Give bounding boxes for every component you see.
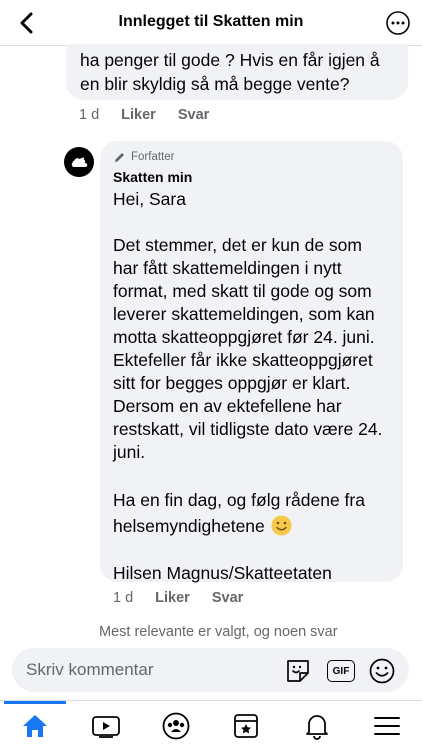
reply-comment-bubble: Forfatter Skatten min Hei, Sara Det stem… [100,141,403,585]
reply-text: Hei, Sara Det stemmer, det er kun de som… [113,188,391,585]
reply-button[interactable]: Svar [178,107,209,123]
comment-input[interactable] [26,660,266,680]
greeting-text: Hei, Sara [113,189,186,209]
sticker-button[interactable] [284,657,312,685]
gif-icon: GIF [327,660,355,682]
reply-button[interactable]: Svar [212,590,243,606]
comment-composer: GIF [12,648,409,692]
smiling-emoji-icon [271,515,292,536]
author-badge: Forfatter [113,149,391,165]
comment-text-line: en blir skyldig så må begge vente? [80,74,350,94]
bell-icon [306,715,328,740]
gif-label: GIF [332,665,350,677]
ellipsis-icon [386,11,410,35]
tab-groups[interactable] [159,711,193,741]
groups-icon [162,712,190,740]
emoji-button[interactable] [368,657,396,685]
like-button[interactable]: Liker [155,590,190,606]
sort-note[interactable]: Mest relevante er valgt, og noen svar [99,624,338,640]
menu-icon [374,717,400,735]
sticker-icon [287,660,309,682]
closing-text: Ha en fin dag, og følg rådene fra helsem… [113,490,365,536]
home-icon [23,715,47,737]
bottom-tab-bar [0,700,422,750]
tab-home[interactable] [18,711,52,741]
emoji-icon [369,658,395,684]
active-tab-indicator [4,701,66,704]
comment-time: 1 d [79,107,100,123]
tab-menu[interactable] [370,711,404,741]
previous-comment-actions: 1 d Liker Svar [79,107,209,123]
top-bar: Innlegget til Skatten min [0,0,422,46]
closing-paragraph: Ha en fin dag, og følg rådene fra helsem… [113,487,391,539]
author-name[interactable]: Skatten min [113,169,391,187]
page-title: Innlegget til Skatten min [118,13,304,30]
body-paragraph: Det stemmer, det er kun de som har fått … [113,235,383,462]
tab-pages[interactable] [229,711,263,741]
like-button[interactable]: Liker [121,107,156,123]
author-badge-label: Forfatter [131,151,175,163]
pages-icon [234,714,258,738]
author-avatar[interactable] [64,147,94,177]
reply-comment-actions: 1 d Liker Svar [113,590,243,606]
gif-button[interactable]: GIF [326,657,356,685]
more-options-button[interactable] [384,9,412,37]
cloud-logo-icon [71,157,88,167]
video-icon [92,716,120,738]
signature-text: Hilsen Magnus/Skatteetaten [113,563,332,583]
previous-comment-bubble: ha penger til gode ? Hvis en får igjen å… [66,44,408,100]
tab-video[interactable] [89,711,123,741]
pencil-icon [115,152,124,162]
comment-time: 1 d [113,590,134,606]
comment-text-line: ha penger til gode ? Hvis en får igjen å [80,50,380,70]
tab-notifications[interactable] [300,711,334,741]
